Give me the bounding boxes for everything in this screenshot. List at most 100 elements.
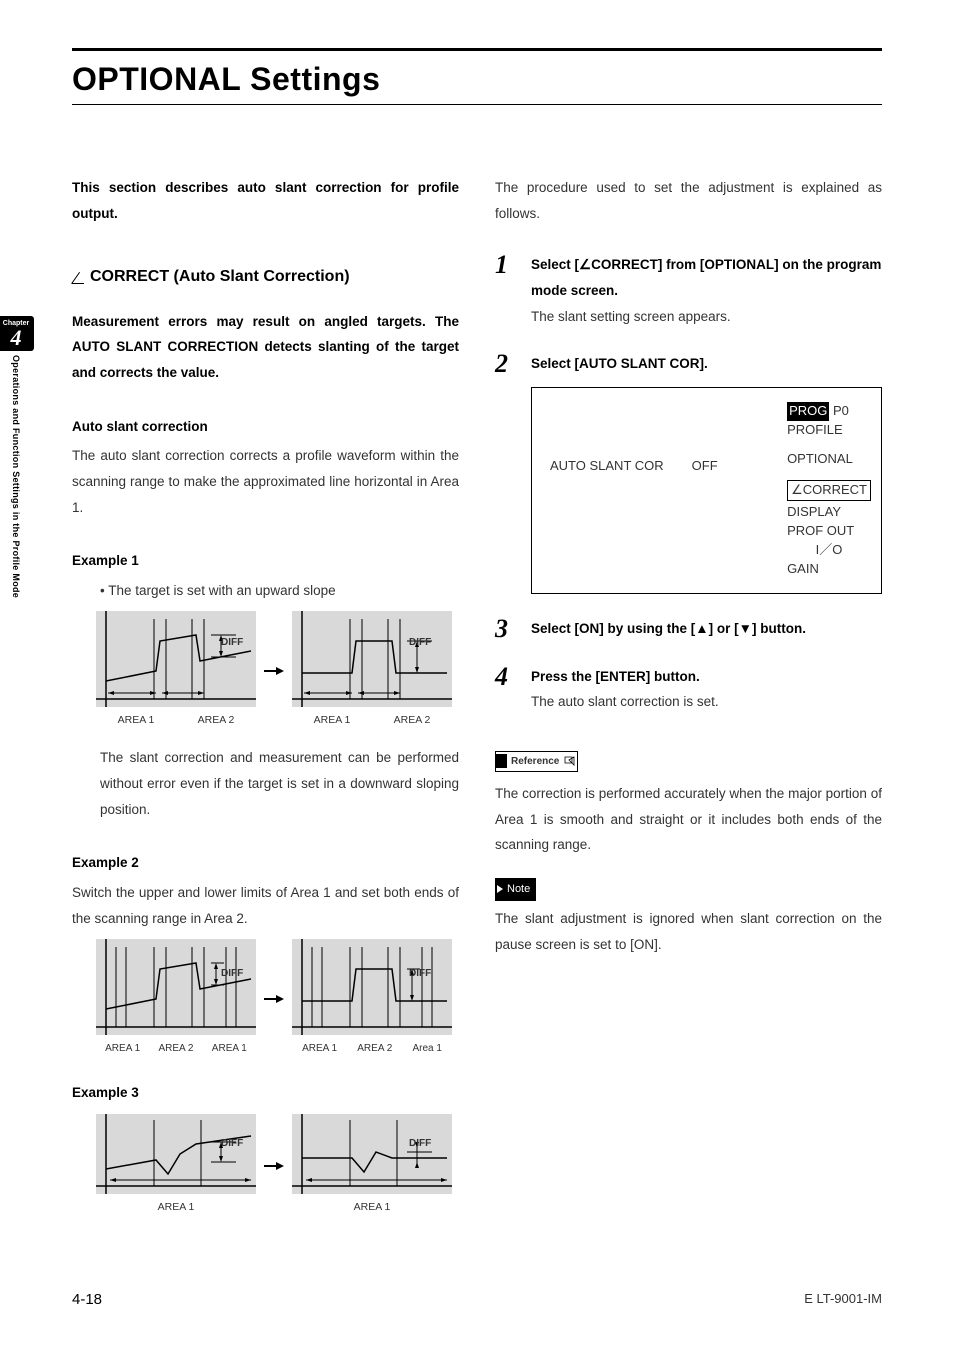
label-area1: AREA 1	[118, 711, 155, 731]
section-lead: Measurement errors may result on angled …	[72, 309, 459, 386]
menu-profile: PROFILE	[787, 421, 871, 440]
title-top-rule	[72, 48, 882, 51]
menu-optional: OPTIONAL	[787, 450, 871, 469]
graph-ex2-after-labels: AREA 1 AREA 2 Area 1	[292, 1039, 452, 1058]
graph-ex1-before	[96, 611, 256, 707]
step-title: Select [ON] by using the [▲] or [▼] butt…	[531, 616, 882, 642]
label-area2: AREA 2	[158, 1039, 193, 1058]
step-3: 3 Select [ON] by using the [▲] or [▼] bu…	[495, 616, 882, 642]
diff-label: DIFF	[409, 964, 431, 983]
screen-param-name: AUTO SLANT COR	[550, 454, 664, 479]
label-area2: AREA 2	[198, 711, 235, 731]
diff-label: DIFF	[409, 633, 431, 652]
graph-ex3-after-labels: AREA 1	[292, 1198, 452, 1218]
example3-title: Example 3	[72, 1080, 459, 1106]
chapter-number: 4	[0, 327, 34, 349]
step-4: 4 Press the [ENTER] button. The auto sla…	[495, 664, 882, 715]
subheading-auto-slant: Auto slant correction	[72, 414, 459, 440]
step-title: Select [∠CORRECT] from [OPTIONAL] on the…	[531, 252, 882, 303]
section-heading-text: CORRECT (Auto Slant Correction)	[90, 262, 350, 292]
screen-menu: PROG P0 PROFILE OPTIONAL ∠CORRECT DISPLA…	[787, 402, 871, 579]
page-title: OPTIONAL Settings	[72, 61, 882, 98]
document-id: E LT-9001-IM	[804, 1291, 882, 1308]
graph-ex3-after	[292, 1114, 452, 1194]
chapter-side-tab: Chapter 4 Operations and Function Settin…	[0, 316, 32, 598]
graph-ex3-before	[96, 1114, 256, 1194]
example1-bullet: • The target is set with an upward slope	[72, 578, 459, 604]
angle-icon	[72, 270, 86, 284]
section-heading: CORRECT (Auto Slant Correction)	[72, 262, 459, 292]
graph-ex2-before-labels: AREA 1 AREA 2 AREA 1	[96, 1039, 256, 1058]
title-underline	[72, 104, 882, 105]
step-2: 2 Select [AUTO SLANT COR]. AUTO SLANT CO…	[495, 351, 882, 593]
step-title: Select [AUTO SLANT COR].	[531, 351, 882, 377]
graph-ex2-after	[292, 939, 452, 1035]
graph-ex3-before-labels: AREA 1	[96, 1198, 256, 1218]
reference-tag: Reference	[495, 751, 578, 772]
menu-prog: PROG	[787, 402, 829, 421]
note-text: The slant adjustment is ignored when sla…	[495, 906, 882, 957]
reference-text: The correction is performed accurately w…	[495, 781, 882, 858]
label-area1: AREA 1	[105, 1039, 140, 1058]
menu-display: DISPLAY	[787, 503, 871, 522]
label-area1: AREA 1	[354, 1198, 391, 1218]
arrow-icon	[264, 994, 284, 1004]
step-number: 1	[495, 252, 517, 329]
graph-ex1-after	[292, 611, 452, 707]
example2-para: Switch the upper and lower limits of Are…	[72, 880, 459, 931]
step-title: Press the [ENTER] button.	[531, 664, 882, 690]
menu-io: I／O	[787, 541, 871, 560]
note-triangle-icon	[497, 885, 503, 893]
step-number: 2	[495, 351, 517, 593]
arrow-icon	[264, 1161, 284, 1171]
diff-label: DIFF	[221, 964, 243, 983]
graph-ex1-after-labels: AREA 1 AREA 2	[292, 711, 452, 731]
example1-title: Example 1	[72, 548, 459, 574]
label-area1: AREA 1	[302, 1039, 337, 1058]
example1-desc: The slant correction and measurement can…	[72, 745, 459, 822]
menu-gain: GAIN	[787, 560, 871, 579]
label-area2: AREA 2	[394, 711, 431, 731]
chapter-box: Chapter 4	[0, 316, 34, 351]
menu-profout: PROF OUT	[787, 522, 871, 541]
menu-correct: ∠CORRECT	[787, 480, 871, 501]
screen-param-value: OFF	[692, 454, 718, 479]
diff-label: DIFF	[221, 1134, 243, 1153]
example1-graphs: AREA 1 AREA 2	[96, 611, 459, 731]
right-column: The procedure used to set the adjustment…	[495, 175, 882, 1224]
screen-diagram: AUTO SLANT COR OFF PROG P0 PROFILE OPTIO…	[531, 387, 882, 594]
two-column-layout: This section describes auto slant correc…	[72, 175, 882, 1224]
note-tag: Note	[495, 878, 536, 901]
arrow-icon	[264, 666, 284, 676]
screen-main-area: AUTO SLANT COR OFF	[550, 402, 769, 479]
reference-tag-text: Reference	[507, 752, 563, 771]
menu-p0: P0	[833, 403, 849, 418]
chapter-title-vertical: Operations and Function Settings in the …	[11, 355, 21, 598]
right-intro: The procedure used to set the adjustment…	[495, 175, 882, 226]
reference-link-icon	[563, 755, 577, 767]
example2-title: Example 2	[72, 850, 459, 876]
graph-ex2-before	[96, 939, 256, 1035]
diff-label: DIFF	[409, 1134, 431, 1153]
example2-graphs: AREA 1 AREA 2 AREA 1	[96, 939, 459, 1058]
step-number: 4	[495, 664, 517, 715]
label-area1: AREA 1	[212, 1039, 247, 1058]
graph-ex1-before-labels: AREA 1 AREA 2	[96, 711, 256, 731]
label-area1b: Area 1	[412, 1039, 441, 1058]
step-list: 1 Select [∠CORRECT] from [OPTIONAL] on t…	[495, 252, 882, 715]
label-area1: AREA 1	[158, 1198, 195, 1218]
reference-tag-square	[496, 754, 507, 768]
page-footer: 4-18 E LT-9001-IM	[72, 1291, 882, 1308]
intro-text: This section describes auto slant correc…	[72, 175, 459, 226]
step-1: 1 Select [∠CORRECT] from [OPTIONAL] on t…	[495, 252, 882, 329]
label-area2: AREA 2	[357, 1039, 392, 1058]
label-area1: AREA 1	[314, 711, 351, 731]
left-column: This section describes auto slant correc…	[72, 175, 459, 1224]
step-desc: The auto slant correction is set.	[531, 689, 882, 715]
diff-label: DIFF	[221, 633, 243, 652]
note-tag-text: Note	[507, 879, 530, 900]
auto-slant-para: The auto slant correction corrects a pro…	[72, 443, 459, 520]
step-desc: The slant setting screen appears.	[531, 304, 882, 330]
example3-graphs: AREA 1	[96, 1114, 459, 1218]
page-number: 4-18	[72, 1291, 102, 1308]
